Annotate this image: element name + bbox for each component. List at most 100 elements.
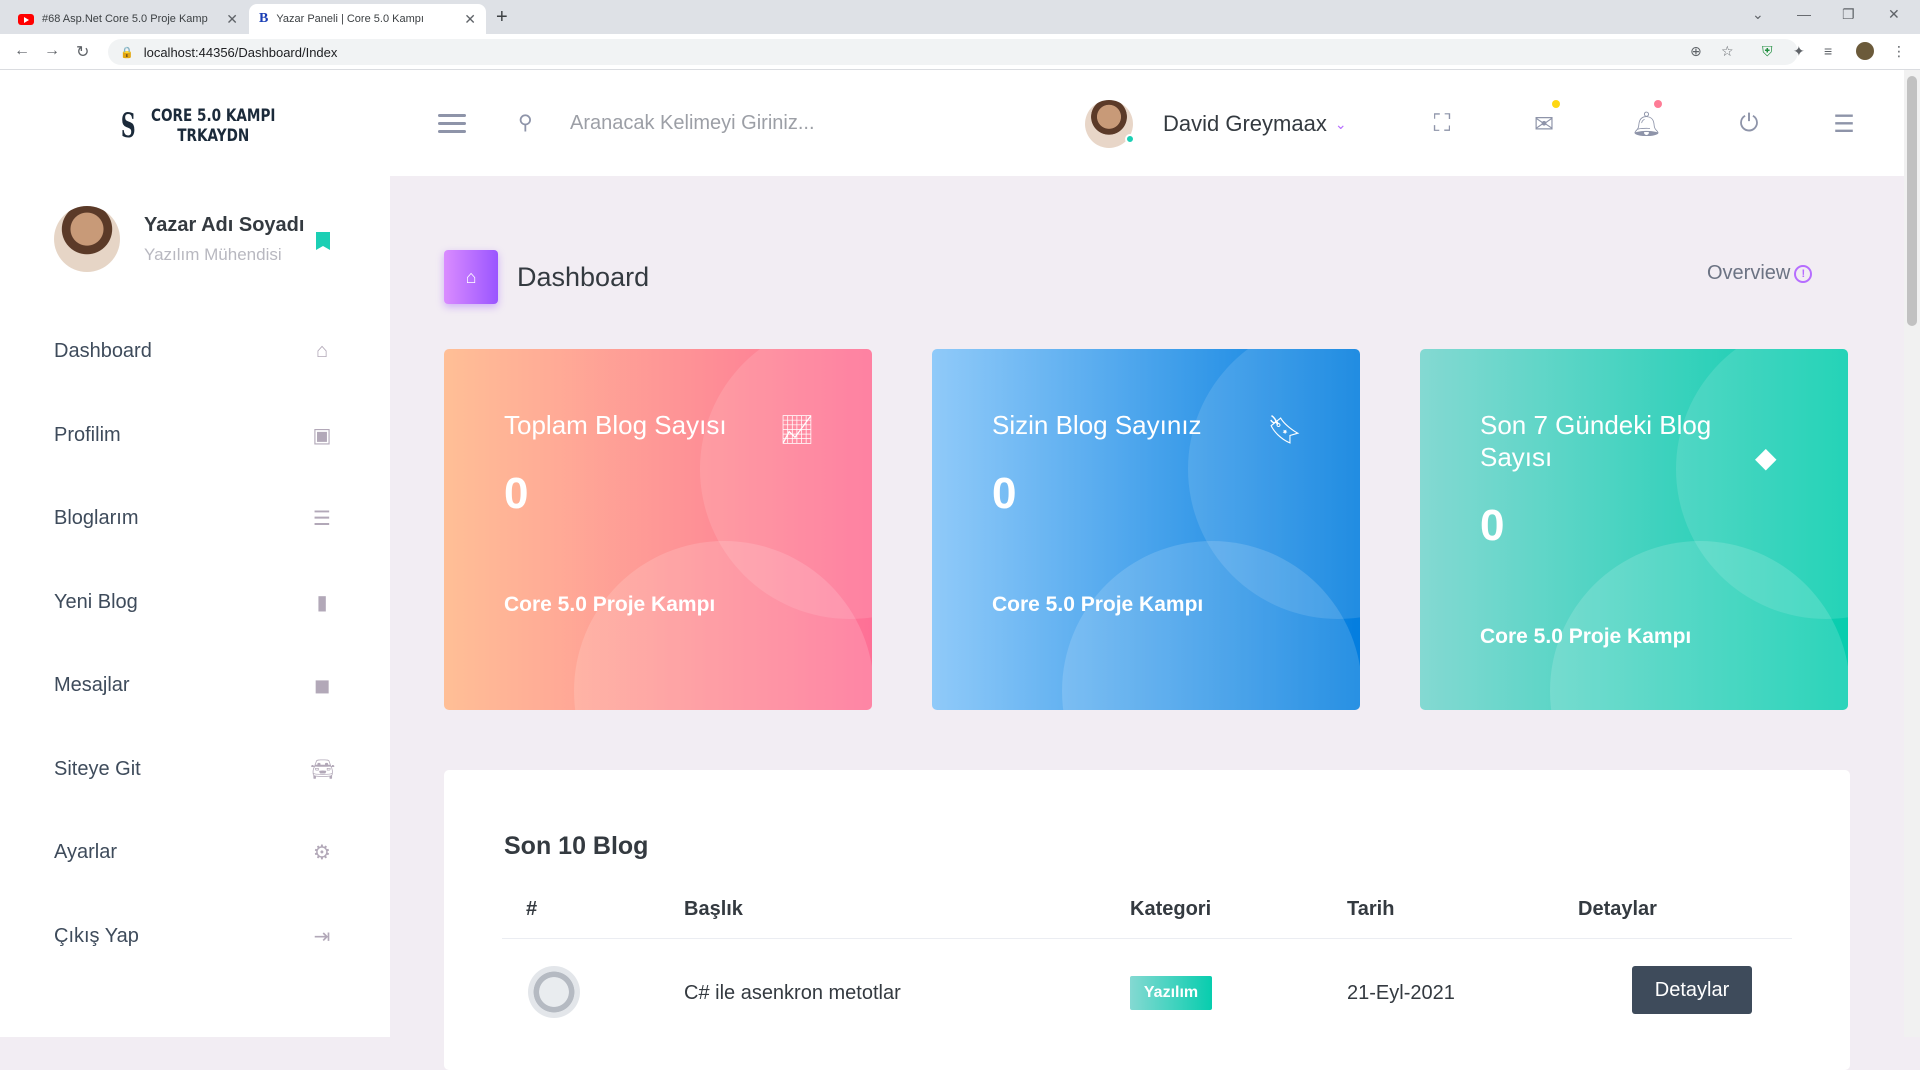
url-field[interactable]: 🔒 localhost:44356/Dashboard/Index	[108, 39, 1798, 65]
url-text: localhost:44356/Dashboard/Index	[143, 44, 338, 60]
main-content: ⌂ Dashboard Overview ! Toplam Blog Sayıs…	[390, 176, 1904, 1070]
close-tab-icon[interactable]: ✕	[464, 11, 476, 28]
page: S CORE 5.0 KAMPI TRKAYDN ⚲ David Greymaa…	[0, 70, 1920, 1070]
sidebar-item-siteye-git[interactable]: Siteye Git 🚘︎	[0, 728, 390, 812]
b-favicon-icon: B	[259, 11, 269, 26]
sidebar-item-label: Dashboard	[54, 340, 152, 363]
sidebar-item-cikis-yap[interactable]: Çıkış Yap ⇥	[0, 895, 390, 979]
logout-icon: ⇥	[313, 925, 331, 948]
profile-name: Yazar Adı Soyadı	[144, 213, 305, 236]
bookmark-check-icon	[316, 232, 330, 250]
bar-chart-icon: ▮	[316, 591, 328, 614]
minimize-icon[interactable]: —	[1797, 6, 1811, 22]
close-tab-icon[interactable]: ✕	[226, 11, 238, 28]
extensions-icon[interactable]: ✦	[1793, 43, 1805, 60]
sidebar-item-ayarlar[interactable]: Ayarlar ⚙	[0, 811, 390, 895]
settings-panel-icon[interactable]: ☰	[1829, 110, 1859, 139]
column-header-details: Detaylar	[1578, 898, 1657, 920]
car-icon: 🚘︎	[310, 758, 336, 781]
sidebar-item-label: Yeni Blog	[54, 590, 138, 613]
tab-title: Yazar Paneli | Core 5.0 Kampı	[276, 13, 424, 25]
browser-tab-yazar-paneli[interactable]: B Yazar Paneli | Core 5.0 Kampı ✕	[249, 4, 486, 34]
forward-icon[interactable]: →	[44, 42, 60, 60]
sidebar-item-dashboard[interactable]: Dashboard ⌂	[0, 310, 390, 394]
blog-title-cell: C# ile asenkron metotlar	[684, 982, 901, 1004]
card-footer: Core 5.0 Proje Kampı	[992, 593, 1204, 616]
sidebar-item-label: Ayarlar	[54, 841, 117, 864]
star-icon[interactable]: ☆	[1721, 43, 1734, 60]
diamond-icon: ◆	[1755, 442, 1777, 473]
avatar	[1085, 100, 1135, 148]
power-icon[interactable]: ⏻	[1734, 110, 1764, 138]
sidebar-item-label: Profilim	[54, 423, 121, 446]
card-title: Toplam Blog Sayısı	[504, 410, 727, 440]
lock-icon: 🔒	[120, 46, 134, 59]
new-tab-icon[interactable]: +	[496, 6, 508, 29]
recent-blogs-table: Son 10 Blog # Başlık Kategori Tarih Deta…	[444, 770, 1850, 1070]
sidebar-item-bloglarim[interactable]: Bloglarım ☰	[0, 477, 390, 561]
restore-icon[interactable]: ❐	[1842, 6, 1855, 23]
media-icon[interactable]: ≡	[1824, 43, 1832, 59]
sidebar-profile[interactable]: Yazar Adı Soyadı Yazılım Mühendisi	[54, 206, 304, 272]
sidebar-item-yeni-blog[interactable]: Yeni Blog ▮	[0, 561, 390, 645]
browser-address-bar: ← → ↻ 🔒 localhost:44356/Dashboard/Index …	[0, 34, 1920, 70]
profile-role: Yazılım Mühendisi	[144, 244, 282, 264]
fullscreen-icon[interactable]: ⛶	[1427, 110, 1457, 138]
overview-label: Overview	[1707, 262, 1791, 284]
card-title: Son 7 Gündeki Blog Sayısı	[1480, 410, 1712, 472]
tab-search-icon[interactable]: ⌄	[1752, 6, 1764, 23]
search-input[interactable]	[570, 106, 930, 140]
mail-icon[interactable]: ✉	[1529, 110, 1559, 139]
sidebar-item-mesajlar[interactable]: Mesajlar ◼	[0, 644, 390, 728]
user-name: David Greymaax	[1163, 111, 1327, 136]
sidebar: Yazar Adı Soyadı Yazılım Mühendisi Dashb…	[0, 176, 390, 1037]
card-title: Sizin Blog Sayınız	[992, 410, 1202, 440]
details-button[interactable]: Detaylar	[1632, 966, 1752, 1014]
message-icon: ◼	[313, 675, 331, 698]
page-title: Dashboard	[517, 261, 650, 292]
sidebar-menu: Dashboard ⌂ Profilim ▣ Bloglarım ☰ Yeni …	[0, 310, 390, 978]
profile-avatar-icon[interactable]	[1856, 42, 1874, 60]
card-value: 0	[992, 469, 1017, 518]
browser-tab-bar: #68 Asp.Net Core 5.0 Proje Kamp ✕ B Yaza…	[0, 0, 1920, 34]
column-header-category: Kategori	[1130, 898, 1212, 920]
card-value: 0	[504, 469, 529, 518]
card-footer: Core 5.0 Proje Kampı	[1480, 625, 1692, 648]
close-window-icon[interactable]: ✕	[1888, 6, 1900, 23]
card-value: 0	[1480, 501, 1505, 550]
home-icon: ⌂	[315, 340, 329, 363]
column-header-number: #	[526, 898, 538, 920]
back-icon[interactable]: ←	[14, 42, 30, 60]
reload-icon[interactable]: ↻	[76, 42, 89, 62]
sidebar-item-profilim[interactable]: Profilim ▣	[0, 394, 390, 478]
sidebar-item-label: Mesajlar	[54, 674, 130, 697]
logo-mark-icon: S	[120, 106, 136, 146]
tab-title: #68 Asp.Net Core 5.0 Proje Kamp	[42, 13, 208, 25]
shield-extension-icon[interactable]: ⛨	[1762, 43, 1773, 60]
search-icon: ⚲	[518, 112, 533, 134]
home-icon: ⌂	[444, 250, 498, 304]
scrollbar-thumb[interactable]	[1907, 76, 1917, 326]
alert-circle-icon: !	[1794, 264, 1813, 283]
top-navbar: S CORE 5.0 KAMPI TRKAYDN ⚲ David Greymaa…	[0, 70, 1920, 176]
page-scrollbar[interactable]	[1904, 70, 1920, 1037]
user-dropdown[interactable]: David Greymaax ⌄	[1085, 100, 1347, 148]
blog-thumbnail	[528, 966, 580, 1018]
gear-icon: ⚙	[313, 842, 331, 865]
blog-date-cell: 21-Eyl-2021	[1347, 982, 1455, 1004]
zoom-icon[interactable]: ⊕	[1690, 43, 1702, 60]
brand-logo[interactable]: S CORE 5.0 KAMPI TRKAYDN	[116, 106, 306, 146]
list-icon: ☰	[313, 508, 331, 531]
bell-icon[interactable]: 🔔︎	[1631, 110, 1661, 139]
browser-tab-youtube[interactable]: #68 Asp.Net Core 5.0 Proje Kamp ✕	[8, 4, 248, 34]
hamburger-menu-icon[interactable]	[438, 114, 466, 138]
line-chart-icon: 📈︎	[779, 414, 815, 445]
contact-card-icon: ▣	[312, 424, 332, 447]
stat-card-last-7-days: Son 7 Gündeki Blog Sayısı ◆ 0 Core 5.0 P…	[1420, 349, 1848, 710]
overview-link[interactable]: Overview !	[1707, 262, 1813, 285]
table-divider	[502, 938, 1792, 939]
column-header-title: Başlık	[684, 898, 743, 920]
stat-card-your-blogs: Sizin Blog Sayınız 🔖︎ 0 Core 5.0 Proje K…	[932, 349, 1360, 710]
browser-menu-icon[interactable]: ⋮	[1892, 43, 1906, 60]
sidebar-item-label: Bloglarım	[54, 507, 139, 530]
